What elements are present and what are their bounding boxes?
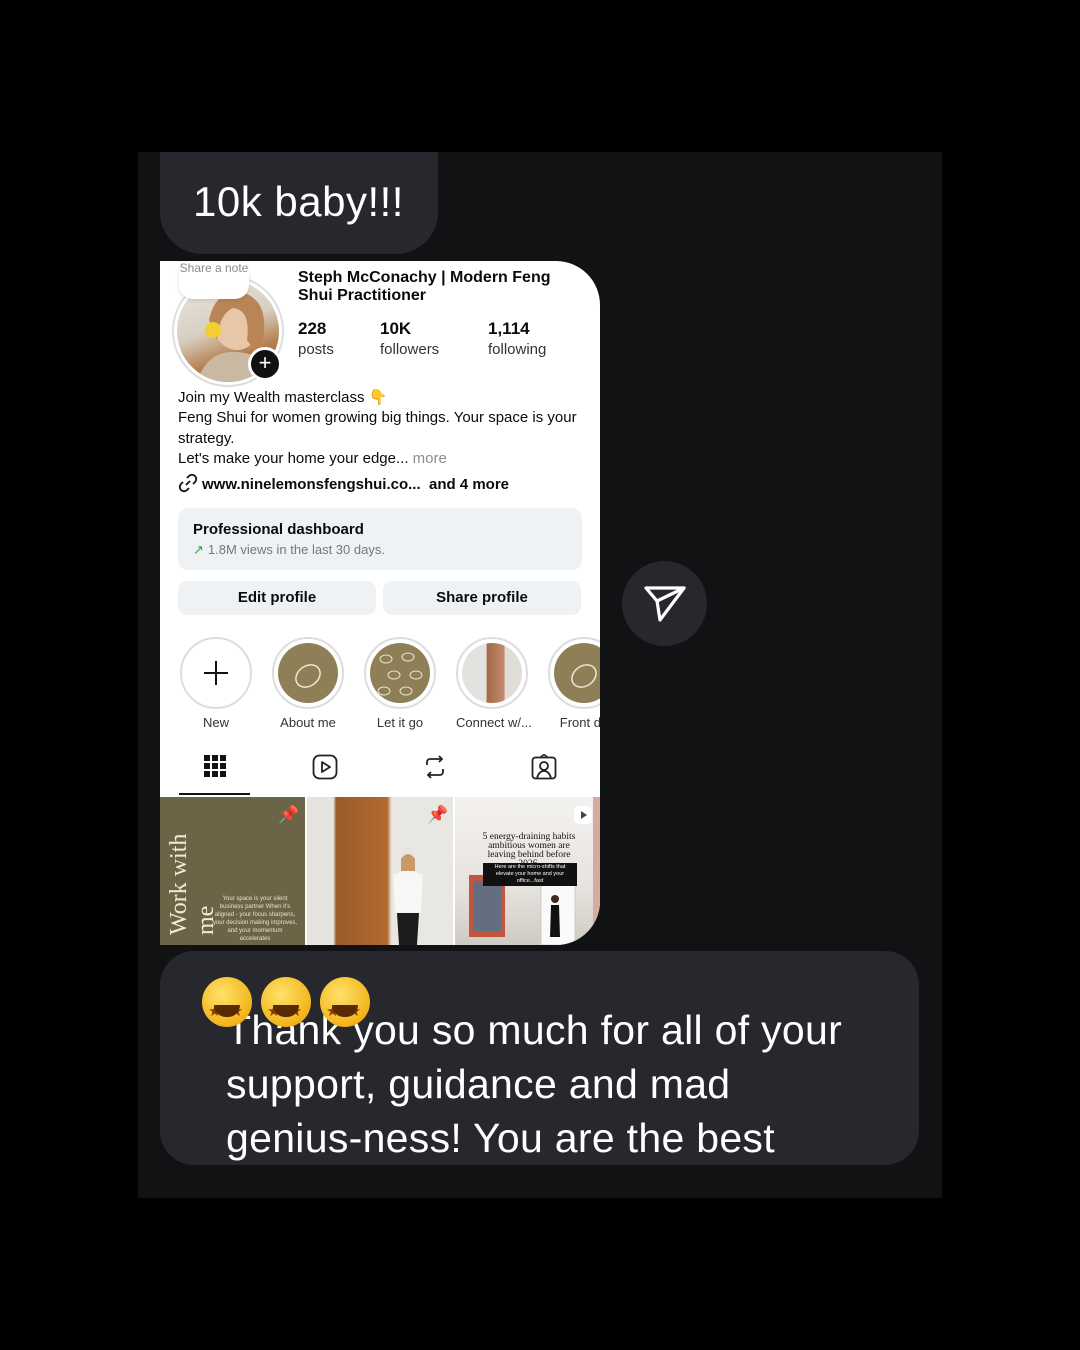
profile-bio: Join my Wealth masterclass 👇 Feng Shui f… (178, 388, 583, 470)
pin-icon: 📌 (278, 805, 300, 824)
message-text: Thank you so much for all of your suppor… (193, 977, 891, 1161)
stat-label: following (488, 341, 547, 358)
reposts-tab-icon[interactable] (422, 754, 448, 785)
shared-profile-screenshot[interactable]: Share a note + Steph McConachy | Modern … (160, 261, 600, 945)
highlight-new[interactable]: New (180, 637, 252, 730)
link-icon (178, 473, 198, 493)
star-struck-emoji-icon (261, 977, 311, 1039)
link-url: www.ninelemonsfengshui.co... (202, 476, 421, 493)
profile-tabs (160, 746, 600, 796)
reels-tab-icon[interactable] (312, 754, 338, 785)
highlight-front-door[interactable]: Front do (548, 637, 600, 730)
share-note-bubble[interactable]: Share a note (179, 261, 249, 299)
post-tile[interactable]: 📌 (307, 797, 453, 945)
stat-posts[interactable]: 228 posts (298, 319, 334, 358)
post-caption: Your space is your silent business partn… (212, 896, 298, 942)
edit-profile-button[interactable]: Edit profile (178, 581, 376, 615)
posts-grid: Work with me Your space is your silent b… (160, 797, 600, 945)
stat-value: 10K (380, 319, 412, 338)
dashboard-title: Professional dashboard (193, 521, 364, 538)
stat-label: followers (380, 341, 440, 358)
stat-following[interactable]: 1,114 following (488, 319, 546, 358)
dashboard-subtitle: 1.8M views in the last 30 days. (207, 542, 385, 557)
highlight-about-me[interactable]: About me (272, 637, 344, 730)
profile-name: Steph McConachy | Modern Feng Shui Pract… (298, 269, 551, 304)
post-tile[interactable]: 5 energy-draining habits ambitious women… (455, 797, 600, 945)
tagged-tab-icon[interactable] (531, 753, 557, 785)
highlight-label: Let it go (376, 715, 424, 730)
message-bubble-last[interactable]: Thank you so much for all of your suppor… (160, 951, 919, 1165)
grid-tab-icon[interactable] (203, 754, 227, 783)
lemon-icon (571, 664, 597, 688)
message-bubble-first[interactable]: 10k baby!!! (160, 152, 438, 254)
plus-icon (204, 661, 228, 685)
post-caption: Here are the micro-shifts that elevate y… (483, 863, 577, 886)
post-tile[interactable]: Work with me Your space is your silent b… (160, 797, 305, 945)
reel-icon (574, 806, 592, 824)
trend-up-icon: ↗ (193, 542, 204, 557)
stat-value: 1,114 (488, 319, 530, 338)
highlight-label: New (202, 715, 229, 730)
highlight-label: About me (280, 715, 336, 730)
pin-icon: 📌 (427, 805, 449, 824)
highlight-connect[interactable]: Connect w/... (456, 637, 532, 730)
highlight-label: Connect w/... (456, 715, 532, 730)
bio-line: Join my Wealth masterclass 👇 (178, 389, 388, 406)
lemon-icon (295, 664, 321, 688)
bio-line: Feng Shui for women growing big things. … (178, 409, 577, 447)
share-send-button[interactable] (622, 561, 707, 646)
lemon-pattern-icon (377, 652, 423, 696)
link-more: and 4 more (428, 476, 510, 493)
bio-more-link[interactable]: more (413, 450, 447, 467)
share-profile-button[interactable]: Share profile (383, 581, 581, 615)
stat-followers[interactable]: 10K followers (380, 319, 439, 358)
star-struck-emoji-icon (202, 977, 252, 1039)
profile-link[interactable]: www.ninelemonsfengshui.co... and 4 more (178, 473, 509, 493)
bio-line: Let's make your home your edge... (178, 450, 409, 468)
message-body: Thank you so much for all of your suppor… (226, 1007, 843, 1161)
add-story-plus-icon[interactable]: + (248, 347, 282, 381)
star-struck-emoji-icon (320, 977, 370, 1039)
paper-plane-icon (644, 586, 686, 622)
stat-label: posts (298, 341, 334, 358)
message-text: 10k baby!!! (193, 178, 404, 225)
professional-dashboard[interactable]: Professional dashboard ↗ 1.8M views in th… (178, 508, 582, 570)
highlight-label: Front do (559, 715, 600, 730)
active-tab-indicator (179, 793, 250, 795)
stat-value: 228 (298, 319, 327, 338)
highlight-let-it-go[interactable]: Let it go (364, 637, 436, 730)
